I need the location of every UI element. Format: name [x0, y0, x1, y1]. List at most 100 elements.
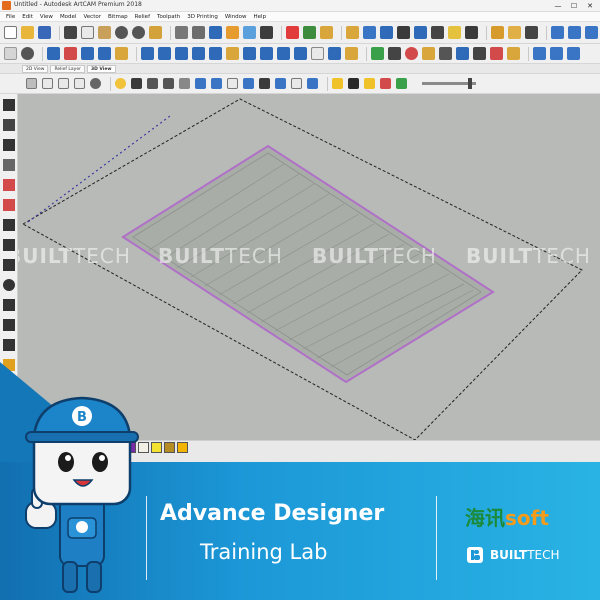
sculpt-icon[interactable]: [448, 26, 461, 39]
relief-highest-icon[interactable]: [115, 47, 128, 60]
menu-view[interactable]: View: [40, 12, 53, 21]
export-icon[interactable]: [568, 26, 581, 39]
yellow-box-icon[interactable]: [332, 78, 343, 89]
texture-3d-icon[interactable]: [275, 78, 286, 89]
light-bulb-icon[interactable]: [115, 78, 126, 89]
material-icon[interactable]: [163, 78, 174, 89]
curve-icon[interactable]: [525, 26, 538, 39]
slab-icon[interactable]: [307, 78, 318, 89]
mesh-icon[interactable]: [227, 78, 238, 89]
lock-icon[interactable]: [507, 47, 520, 60]
bake-icon[interactable]: [345, 47, 358, 60]
menu-toolpath[interactable]: Toolpath: [157, 12, 180, 21]
tab-3d-view[interactable]: 3D View: [86, 64, 116, 73]
menu-window[interactable]: Window: [225, 12, 247, 21]
add-icon[interactable]: [371, 47, 384, 60]
rotate-icon[interactable]: [3, 239, 15, 251]
node-edit-icon[interactable]: [3, 119, 15, 131]
model-icon[interactable]: [149, 26, 162, 39]
tab-2d-view[interactable]: 2D View: [22, 64, 49, 73]
lighting-slider[interactable]: [422, 78, 476, 89]
print-icon[interactable]: [585, 26, 598, 39]
relief-add-icon[interactable]: [64, 47, 77, 60]
spin-icon[interactable]: [158, 47, 171, 60]
mirror-icon[interactable]: [294, 47, 307, 60]
plane-icon[interactable]: [211, 78, 222, 89]
undo-icon[interactable]: [115, 26, 128, 39]
relief-merge-icon[interactable]: [81, 47, 94, 60]
move-icon[interactable]: [491, 26, 504, 39]
pen-icon[interactable]: [3, 179, 15, 191]
flag-3d-icon[interactable]: [179, 78, 190, 89]
maximize-button[interactable]: ☐: [566, 0, 582, 12]
color-box-icon[interactable]: [380, 78, 391, 89]
select-arrow-icon[interactable]: [3, 99, 15, 111]
view-icon[interactable]: [4, 47, 17, 60]
menu-vector[interactable]: Vector: [83, 12, 101, 21]
text-tool-icon[interactable]: [3, 339, 15, 351]
gear-icon[interactable]: [397, 26, 410, 39]
pin-icon[interactable]: [259, 78, 270, 89]
outline-icon[interactable]: [291, 78, 302, 89]
fill-tool-icon[interactable]: [3, 199, 15, 211]
arc-icon[interactable]: [3, 319, 15, 331]
magnet-icon[interactable]: [286, 26, 299, 39]
open-folder-icon[interactable]: [21, 26, 34, 39]
cube-icon[interactable]: [195, 78, 206, 89]
texture-icon[interactable]: [226, 47, 239, 60]
menu-3d-printing[interactable]: 3D Printing: [187, 12, 218, 21]
transform-icon[interactable]: [3, 139, 15, 151]
swatch-olive[interactable]: [164, 442, 175, 453]
wrap-icon[interactable]: [328, 47, 341, 60]
delete-icon[interactable]: [490, 47, 503, 60]
center-icon[interactable]: [21, 47, 34, 60]
minimize-button[interactable]: —: [550, 0, 566, 12]
gold-box-icon[interactable]: [364, 78, 375, 89]
scale-icon[interactable]: [277, 47, 290, 60]
menu-relief[interactable]: Relief: [135, 12, 150, 21]
tab-relief-layer[interactable]: Relief Layer: [50, 64, 85, 73]
top-view-icon[interactable]: [42, 78, 53, 89]
palette-icon[interactable]: [396, 78, 407, 89]
shape-icon[interactable]: [363, 26, 376, 39]
menu-help[interactable]: Help: [254, 12, 267, 21]
weave-icon[interactable]: [192, 47, 205, 60]
calculator-icon[interactable]: [388, 47, 401, 60]
relief-icon[interactable]: [226, 26, 239, 39]
menu-edit[interactable]: Edit: [22, 12, 33, 21]
simulate-icon[interactable]: [567, 47, 580, 60]
close-button[interactable]: ✕: [582, 0, 598, 12]
side-view-icon[interactable]: [74, 78, 85, 89]
target-icon[interactable]: [405, 47, 418, 60]
toolpath-3d-icon[interactable]: [550, 47, 563, 60]
toolpath-icon[interactable]: [209, 26, 222, 39]
node-icon[interactable]: [508, 26, 521, 39]
shaded-icon[interactable]: [131, 78, 142, 89]
flag-icon[interactable]: [551, 26, 564, 39]
menu-file[interactable]: File: [6, 12, 15, 21]
toolpath-2d-icon[interactable]: [533, 47, 546, 60]
brush-icon[interactable]: [439, 47, 452, 60]
relief-shape-icon[interactable]: [47, 47, 60, 60]
grid-icon[interactable]: [192, 26, 205, 39]
distort-icon[interactable]: [414, 26, 427, 39]
settings-icon[interactable]: [431, 26, 444, 39]
layers-icon[interactable]: [175, 26, 188, 39]
sweep-icon[interactable]: [175, 47, 188, 60]
iso-view-icon[interactable]: [26, 78, 37, 89]
menu-model[interactable]: Model: [60, 12, 77, 21]
swatch-gold[interactable]: [177, 442, 188, 453]
new-file-icon[interactable]: [4, 26, 17, 39]
paint-icon[interactable]: [380, 26, 393, 39]
clock-icon[interactable]: [473, 47, 486, 60]
save-icon[interactable]: [38, 26, 51, 39]
offset-icon[interactable]: [260, 47, 273, 60]
extrude-icon[interactable]: [141, 47, 154, 60]
zero-icon[interactable]: [243, 47, 256, 60]
vector-icon[interactable]: [260, 26, 273, 39]
zoom-icon[interactable]: [90, 78, 101, 89]
folder-icon[interactable]: [346, 26, 359, 39]
menu-bitmap[interactable]: Bitmap: [108, 12, 128, 21]
black-box-icon[interactable]: [348, 78, 359, 89]
grid-tool-icon[interactable]: [3, 159, 15, 171]
